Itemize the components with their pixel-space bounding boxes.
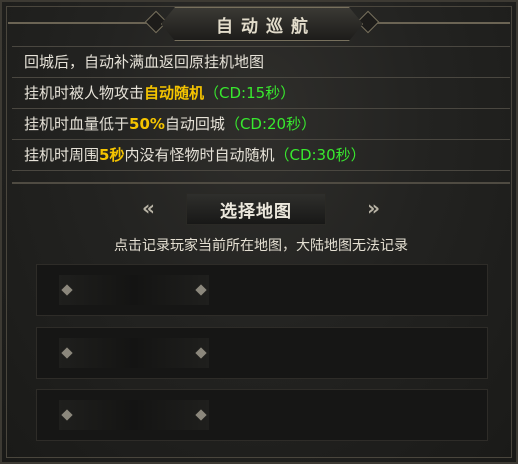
rule-cooldown: （CD:20秒） bbox=[224, 115, 317, 133]
rule-cooldown: （CD:15秒） bbox=[204, 84, 296, 102]
rule-text: 挂机时被人物攻击 bbox=[24, 84, 145, 102]
rule-cooldown: （CD:30秒） bbox=[274, 146, 366, 164]
map-slot-name bbox=[59, 275, 209, 305]
rule-row: 挂机时周围5秒内没有怪物时自动随机（CD:30秒） bbox=[12, 140, 510, 171]
divider bbox=[12, 182, 510, 184]
rule-row: 挂机时被人物攻击自动随机（CD:15秒） bbox=[12, 78, 510, 109]
rule-text: 挂机时血量低于 bbox=[24, 115, 130, 133]
header-badge: 自动巡航 bbox=[161, 7, 363, 41]
double-chevron-left-icon: « bbox=[142, 196, 155, 220]
header-line-left bbox=[8, 22, 163, 24]
auto-cruise-panel: 自动巡航 回城后，自动补满血返回原挂机地图 挂机时被人物攻击自动随机（CD:15秒… bbox=[0, 0, 518, 464]
select-map-area: « 选择地图 » bbox=[142, 193, 380, 225]
map-slot-3[interactable] bbox=[36, 389, 488, 441]
select-map-hint: 点击记录玩家当前所在地图，大陆地图无法记录 bbox=[114, 238, 408, 254]
rule-row: 回城后，自动补满血返回原挂机地图 bbox=[12, 46, 510, 78]
map-slot-name bbox=[59, 338, 209, 368]
rule-highlight: 50% bbox=[129, 115, 165, 133]
select-map-label: 选择地图 bbox=[220, 201, 292, 222]
map-slot-1[interactable] bbox=[36, 264, 488, 316]
map-slot-name bbox=[59, 400, 209, 430]
rule-text: 自动回城 bbox=[164, 115, 225, 133]
rule-text: 内没有怪物时自动随机 bbox=[124, 146, 275, 164]
rule-text: 回城后，自动补满血返回原挂机地图 bbox=[24, 53, 265, 71]
rule-highlight: 5秒 bbox=[99, 146, 125, 164]
rule-text: 挂机时周围 bbox=[24, 146, 100, 164]
rule-row: 挂机时血量低于50%自动回城（CD:20秒） bbox=[12, 109, 510, 140]
select-map-button[interactable]: 选择地图 bbox=[186, 193, 326, 225]
panel-title: 自动巡航 bbox=[216, 16, 316, 37]
double-chevron-right-icon: » bbox=[367, 196, 380, 220]
rule-highlight: 自动随机 bbox=[144, 84, 205, 102]
map-slot-2[interactable] bbox=[36, 327, 488, 379]
rule-list: 回城后，自动补满血返回原挂机地图 挂机时被人物攻击自动随机（CD:15秒） 挂机时血… bbox=[12, 46, 510, 171]
